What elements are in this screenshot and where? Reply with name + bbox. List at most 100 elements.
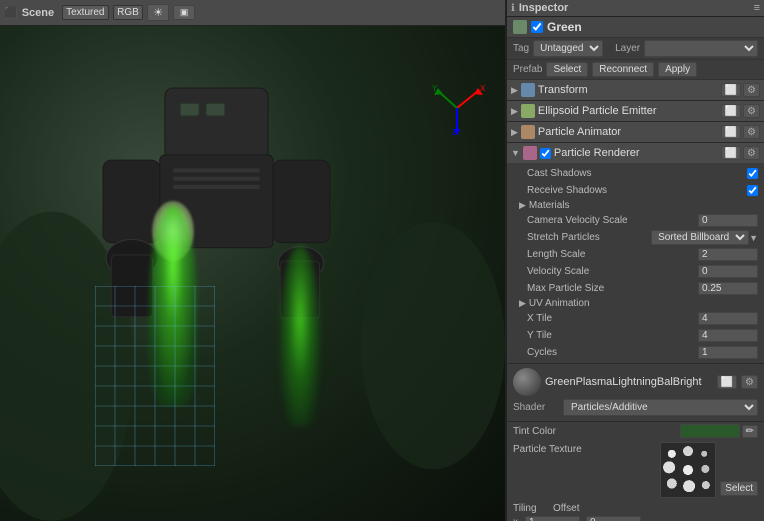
emitter-settings-button[interactable]: ⚙ (743, 104, 760, 118)
receive-shadows-row: Receive Shadows (507, 182, 764, 199)
object-name: Green (547, 20, 758, 34)
receive-shadows-checkbox[interactable] (747, 185, 758, 196)
animator-copy-button[interactable]: ⬜ (721, 125, 741, 139)
emitter-title: Ellipsoid Particle Emitter (538, 105, 718, 117)
animator-icon (521, 125, 535, 139)
prefab-apply-button[interactable]: Apply (658, 62, 697, 77)
svg-text:Y: Y (432, 84, 438, 93)
tag-dropdown[interactable]: Untagged (533, 40, 603, 57)
particle-animator-component: ▶ Particle Animator ⬜ ⚙ (507, 122, 764, 143)
x-tile-input[interactable] (698, 312, 758, 325)
emitter-arrow-icon: ▶ (511, 106, 518, 117)
object-header: Green (507, 17, 764, 38)
x-tile-row: X Tile (507, 310, 764, 327)
object-active-checkbox[interactable] (531, 21, 543, 33)
tiling-label: Tiling (513, 503, 553, 514)
particle-texture-label: Particle Texture (513, 442, 656, 455)
texture-pattern (661, 443, 715, 497)
app: ⬛ Scene Textured RGB ☀ ▣ (0, 0, 764, 521)
renderer-settings-button[interactable]: ⚙ (743, 146, 760, 160)
wireframe-grid-svg (95, 286, 215, 466)
svg-text:Z: Z (452, 128, 457, 136)
tint-color-label: Tint Color (513, 426, 680, 437)
scene-panel-icon: ⬛ (4, 6, 18, 19)
renderer-enabled-checkbox[interactable] (540, 148, 551, 159)
y-tile-row: Y Tile (507, 327, 764, 344)
img-button[interactable]: ▣ (173, 5, 195, 20)
camera-velocity-input[interactable] (698, 214, 758, 227)
ellipsoid-emitter-component: ▶ Ellipsoid Particle Emitter ⬜ ⚙ (507, 101, 764, 122)
tiling-x-row: x (513, 515, 758, 521)
tint-color-swatch[interactable] (680, 424, 740, 438)
emitter-buttons: ⬜ ⚙ (721, 104, 760, 118)
transform-icon (521, 83, 535, 97)
gizmo-svg: X Y Z (430, 81, 485, 136)
renderer-icon (523, 146, 537, 160)
scene-panel: ⬛ Scene Textured RGB ☀ ▣ (0, 0, 506, 521)
particle-renderer-header[interactable]: ▼ Particle Renderer ⬜ ⚙ (507, 143, 764, 163)
max-particle-size-input[interactable] (698, 282, 758, 295)
cycles-input[interactable] (698, 346, 758, 359)
prefab-row: Prefab Select Reconnect Apply (507, 60, 764, 80)
offset-label: Offset (553, 503, 758, 514)
renderer-buttons: ⬜ ⚙ (721, 146, 760, 160)
shader-settings-button[interactable]: ⚙ (741, 375, 758, 389)
emitter-icon (521, 104, 535, 118)
scene-viewport: X Y Z (0, 26, 505, 521)
emitter-copy-button[interactable]: ⬜ (721, 104, 741, 118)
transform-copy-button[interactable]: ⬜ (721, 83, 741, 97)
prefab-select-button[interactable]: Select (546, 62, 588, 77)
x-tile-label: X Tile (527, 313, 698, 324)
svg-text:X: X (480, 84, 485, 93)
inspector-panel: ℹ Inspector ≡ Green Tag Untagged Layer (506, 0, 764, 521)
stretch-particles-dropdown[interactable]: Sorted Billboard (651, 230, 749, 245)
view-mode-dropdown[interactable]: Textured (62, 5, 109, 20)
inspector-icon: ℹ (511, 3, 515, 14)
cast-shadows-row: Cast Shadows (507, 165, 764, 182)
renderer-arrow-icon: ▼ (511, 148, 520, 158)
transform-buttons: ⬜ ⚙ (721, 83, 760, 97)
animator-buttons: ⬜ ⚙ (721, 125, 760, 139)
texture-select-button[interactable]: Select (720, 481, 758, 496)
transform-header[interactable]: ▶ Transform ⬜ ⚙ (507, 80, 764, 100)
velocity-scale-input[interactable] (698, 265, 758, 278)
y-tile-input[interactable] (698, 329, 758, 342)
layer-label: Layer (615, 43, 640, 54)
velocity-scale-label: Velocity Scale (527, 266, 698, 277)
particle-green-right (280, 246, 320, 426)
stretch-particles-label: Stretch Particles (527, 232, 651, 243)
particle-renderer-component: ▼ Particle Renderer ⬜ ⚙ Cast Shadows (507, 143, 764, 364)
length-scale-row: Length Scale (507, 246, 764, 263)
receive-shadows-label: Receive Shadows (527, 185, 747, 196)
prefab-label: Prefab (513, 64, 542, 75)
prefab-reconnect-button[interactable]: Reconnect (592, 62, 654, 77)
layer-dropdown[interactable] (644, 40, 758, 57)
cast-shadows-checkbox[interactable] (747, 168, 758, 179)
uv-animation-section[interactable]: ▶ UV Animation (507, 297, 764, 310)
transform-component: ▶ Transform ⬜ ⚙ (507, 80, 764, 101)
max-particle-size-row: Max Particle Size (507, 280, 764, 297)
length-scale-input[interactable] (698, 248, 758, 261)
shader-copy-button[interactable]: ⬜ (717, 375, 737, 389)
tint-pick-button[interactable]: ✏ (742, 425, 758, 438)
materials-section[interactable]: ▶ Materials (507, 199, 764, 212)
ellipsoid-emitter-header[interactable]: ▶ Ellipsoid Particle Emitter ⬜ ⚙ (507, 101, 764, 121)
tiling-header: Tiling Offset (513, 502, 758, 515)
shader-block: GreenPlasmaLightningBalBright ⬜ ⚙ Shader… (507, 364, 764, 422)
tiling-x-input[interactable] (525, 516, 580, 521)
inspector-menu-button[interactable]: ≡ (754, 2, 760, 14)
renderer-body: Cast Shadows Receive Shadows ▶ Materials (507, 163, 764, 363)
inspector-header: ℹ Inspector ≡ (507, 0, 764, 17)
offset-x-input[interactable] (586, 516, 641, 521)
inspector-title: Inspector (519, 2, 569, 14)
renderer-copy-button[interactable]: ⬜ (721, 146, 741, 160)
length-scale-label: Length Scale (527, 249, 698, 260)
transform-settings-button[interactable]: ⚙ (743, 83, 760, 97)
animator-settings-button[interactable]: ⚙ (743, 125, 760, 139)
particle-animator-header[interactable]: ▶ Particle Animator ⬜ ⚙ (507, 122, 764, 142)
color-mode-dropdown[interactable]: RGB (113, 5, 143, 20)
y-tile-label: Y Tile (527, 330, 698, 341)
stretch-particles-row: Stretch Particles Sorted Billboard ▼ (507, 229, 764, 246)
sun-button[interactable]: ☀ (147, 4, 169, 21)
shader-dropdown[interactable]: Particles/Additive (563, 399, 758, 416)
